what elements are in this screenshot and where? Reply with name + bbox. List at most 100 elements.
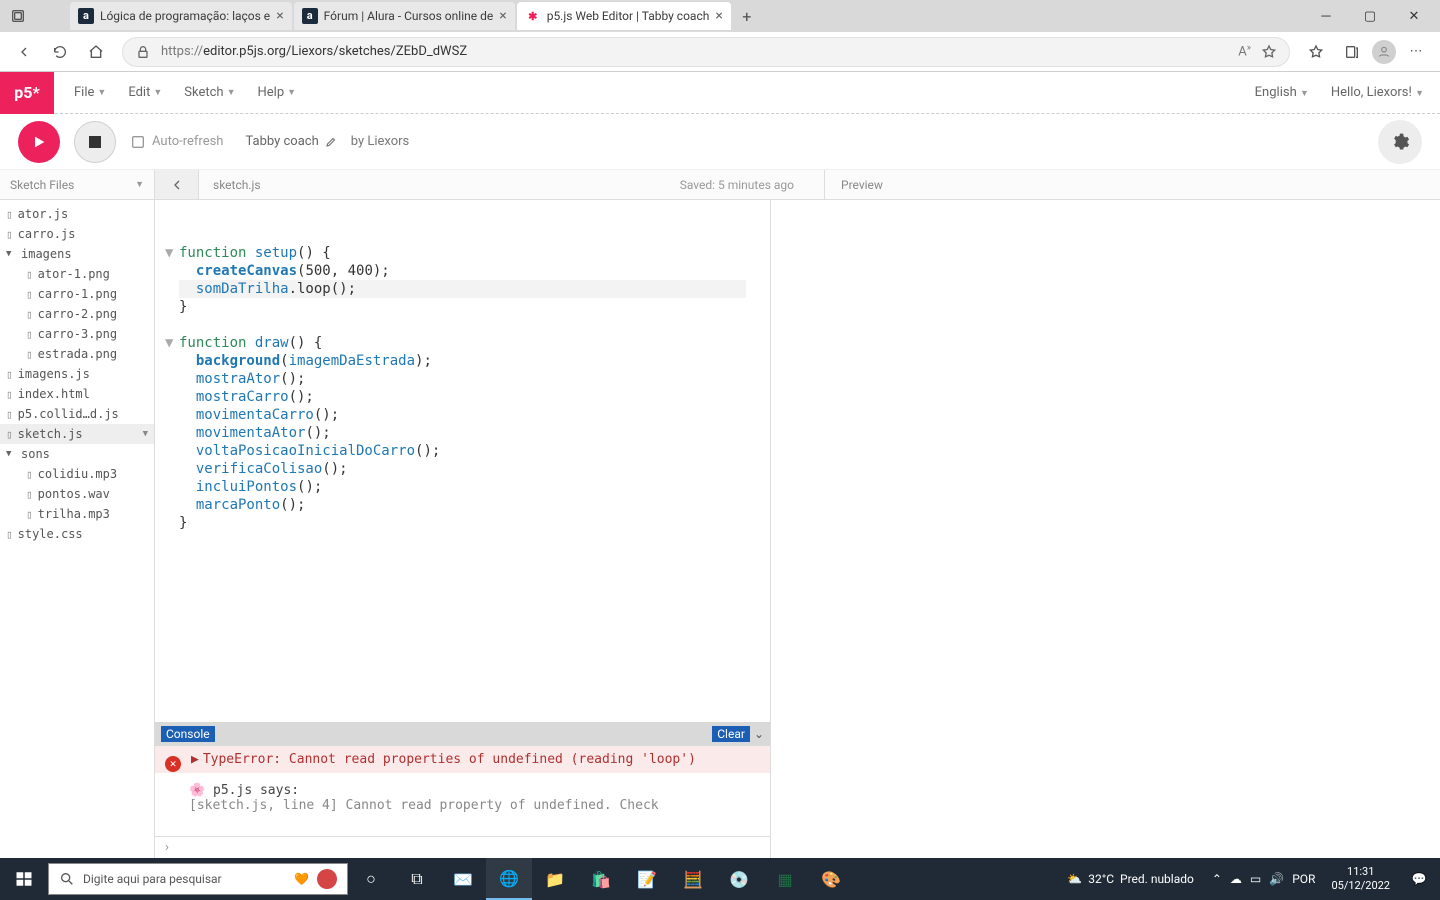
sketch-author: by Liexors <box>351 134 410 149</box>
preview-title: Preview <box>824 170 1440 199</box>
task-view-icon[interactable]: ⧉ <box>394 858 440 900</box>
collapse-sidebar-button[interactable] <box>155 170 199 199</box>
file-item[interactable]: ▯trilha.mp3 <box>0 504 154 524</box>
stop-button[interactable] <box>74 121 116 163</box>
tray-expand-icon[interactable]: ⌃ <box>1212 872 1222 886</box>
address-bar[interactable]: https://editor.p5js.org/Liexors/sketches… <box>122 37 1290 67</box>
tab-close-icon[interactable]: × <box>276 8 283 24</box>
code-editor[interactable]: ▼function setup() { createCanvas(500, 40… <box>155 200 770 722</box>
file-item[interactable]: ▯ator-1.png <box>0 264 154 284</box>
user-menu[interactable]: Hello, Liexors! ▼ <box>1331 85 1424 100</box>
language-selector[interactable]: English ▼ <box>1255 85 1309 100</box>
auto-refresh-toggle[interactable]: Auto-refresh <box>130 134 223 150</box>
saved-status: Saved: 5 minutes ago <box>650 170 824 199</box>
app-icon[interactable]: 🎨 <box>808 858 854 900</box>
browser-tab-active[interactable]: ✱ p5.js Web Editor | Tabby coach × <box>517 2 731 30</box>
back-button[interactable] <box>8 36 40 68</box>
gingerbread-icon: 🧡 <box>294 872 309 886</box>
folder-item[interactable]: ▼sons <box>0 444 154 464</box>
file-item[interactable]: ▯pontos.wav <box>0 484 154 504</box>
file-item[interactable]: ▯index.html <box>0 384 154 404</box>
tab-close-icon[interactable]: × <box>499 8 506 24</box>
profile-button[interactable] <box>1372 40 1396 64</box>
window-close-button[interactable]: ✕ <box>1392 0 1436 32</box>
tab-title: Fórum | Alura - Cursos online de <box>324 9 494 23</box>
file-item[interactable]: ▯p5.collid…d.js <box>0 404 154 424</box>
favicon-p5-icon: ✱ <box>525 8 541 24</box>
notifications-icon[interactable]: 💬 <box>1398 872 1440 886</box>
browser-tab[interactable]: a Fórum | Alura - Cursos online de × <box>294 2 515 30</box>
file-item[interactable]: ▯carro-2.png <box>0 304 154 324</box>
tab-title: p5.js Web Editor | Tabby coach <box>547 9 710 23</box>
window-minimize-button[interactable]: ─ <box>1304 0 1348 32</box>
sketch-name[interactable]: Tabby coach <box>245 134 318 149</box>
play-button[interactable] <box>18 121 60 163</box>
windows-taskbar: Digite aqui para pesquisar 🧡 ○ ⧉ ✉️ 🌐 📁 … <box>0 858 1440 900</box>
file-item[interactable]: ▯ator.js <box>0 204 154 224</box>
file-item[interactable]: ▯imagens.js <box>0 364 154 384</box>
edge-icon[interactable]: 🌐 <box>486 858 532 900</box>
browser-tab[interactable]: a Lógica de programação: laços e × <box>70 2 292 30</box>
preview-pane <box>771 200 1440 858</box>
favorite-icon[interactable] <box>1261 44 1277 60</box>
home-button[interactable] <box>80 36 112 68</box>
calculator-icon[interactable]: 🧮 <box>670 858 716 900</box>
menu-file[interactable]: File ▼ <box>74 85 106 100</box>
taskbar-search[interactable]: Digite aqui para pesquisar 🧡 <box>48 863 348 895</box>
console-clear-button[interactable]: Clear <box>712 726 750 742</box>
folder-item[interactable]: ▼imagens <box>0 244 154 264</box>
lock-icon <box>135 44 151 60</box>
console-output[interactable]: ✕ ▶TypeError: Cannot read properties of … <box>155 746 770 836</box>
file-tree: ▯ator.js▯carro.js▼imagens▯ator-1.png▯car… <box>0 200 155 858</box>
favorites-button[interactable] <box>1300 36 1332 68</box>
file-item[interactable]: ▯style.css <box>0 524 154 544</box>
notepad-icon[interactable]: 📝 <box>624 858 670 900</box>
edit-icon[interactable] <box>325 136 337 148</box>
tab-close-icon[interactable]: × <box>715 8 722 24</box>
file-item[interactable]: ▯sketch.js▼ <box>0 424 154 444</box>
read-aloud-icon[interactable]: A» <box>1238 43 1251 59</box>
file-item[interactable]: ▯carro.js <box>0 224 154 244</box>
cortana-icon[interactable]: ○ <box>348 858 394 900</box>
console-label: Console <box>161 726 215 742</box>
clock[interactable]: 11:31 05/12/2022 <box>1323 865 1398 893</box>
console-toggle-icon[interactable]: ⌄ <box>754 727 764 741</box>
sidebar-menu-icon[interactable]: ▼ <box>135 179 144 190</box>
window-maximize-button[interactable]: ▢ <box>1348 0 1392 32</box>
start-button[interactable] <box>0 858 48 900</box>
menu-edit[interactable]: Edit ▼ <box>128 85 162 100</box>
file-item[interactable]: ▯estrada.png <box>0 344 154 364</box>
file-item[interactable]: ▯carro-3.png <box>0 324 154 344</box>
browser-titlebar: a Lógica de programação: laços e × a Fór… <box>0 0 1440 32</box>
editor-filename: sketch.js <box>199 170 275 199</box>
panel-header: Sketch Files ▼ sketch.js Saved: 5 minute… <box>0 170 1440 200</box>
language-indicator[interactable]: POR <box>1292 872 1315 886</box>
menu-button[interactable]: ⋯ <box>1400 36 1432 68</box>
new-tab-button[interactable]: + <box>733 2 761 30</box>
url-text: https://editor.p5js.org/Liexors/sketches… <box>161 44 1228 59</box>
explorer-icon[interactable]: 📁 <box>532 858 578 900</box>
volume-icon[interactable]: 🔊 <box>1269 872 1284 886</box>
battery-icon[interactable]: ▭ <box>1250 872 1261 886</box>
onedrive-icon[interactable]: ☁ <box>1230 872 1242 886</box>
mail-icon[interactable]: ✉️ <box>440 858 486 900</box>
checkbox-icon <box>130 134 146 150</box>
refresh-button[interactable] <box>44 36 76 68</box>
console-input[interactable]: › <box>155 836 770 858</box>
excel-icon[interactable]: ▦ <box>762 858 808 900</box>
menu-sketch[interactable]: Sketch ▼ <box>184 85 235 100</box>
browser-toolbar: https://editor.p5js.org/Liexors/sketches… <box>0 32 1440 72</box>
store-icon[interactable]: 🛍️ <box>578 858 624 900</box>
p5-logo[interactable]: p5* <box>0 72 54 114</box>
tab-actions-icon[interactable] <box>4 2 32 30</box>
file-item[interactable]: ▯colidiu.mp3 <box>0 464 154 484</box>
p5-nav: p5* File ▼ Edit ▼ Sketch ▼ Help ▼ Englis… <box>0 72 1440 114</box>
settings-button[interactable] <box>1378 120 1422 164</box>
file-item[interactable]: ▯carro-1.png <box>0 284 154 304</box>
menu-help[interactable]: Help ▼ <box>257 85 296 100</box>
console-error: ✕ ▶TypeError: Cannot read properties of … <box>155 746 770 773</box>
weather-widget[interactable]: ⛅ 32°C Pred. nublado <box>1057 872 1204 886</box>
media-icon[interactable]: 💿 <box>716 858 762 900</box>
sidebar-title: Sketch Files <box>10 178 74 192</box>
collections-button[interactable] <box>1336 36 1368 68</box>
